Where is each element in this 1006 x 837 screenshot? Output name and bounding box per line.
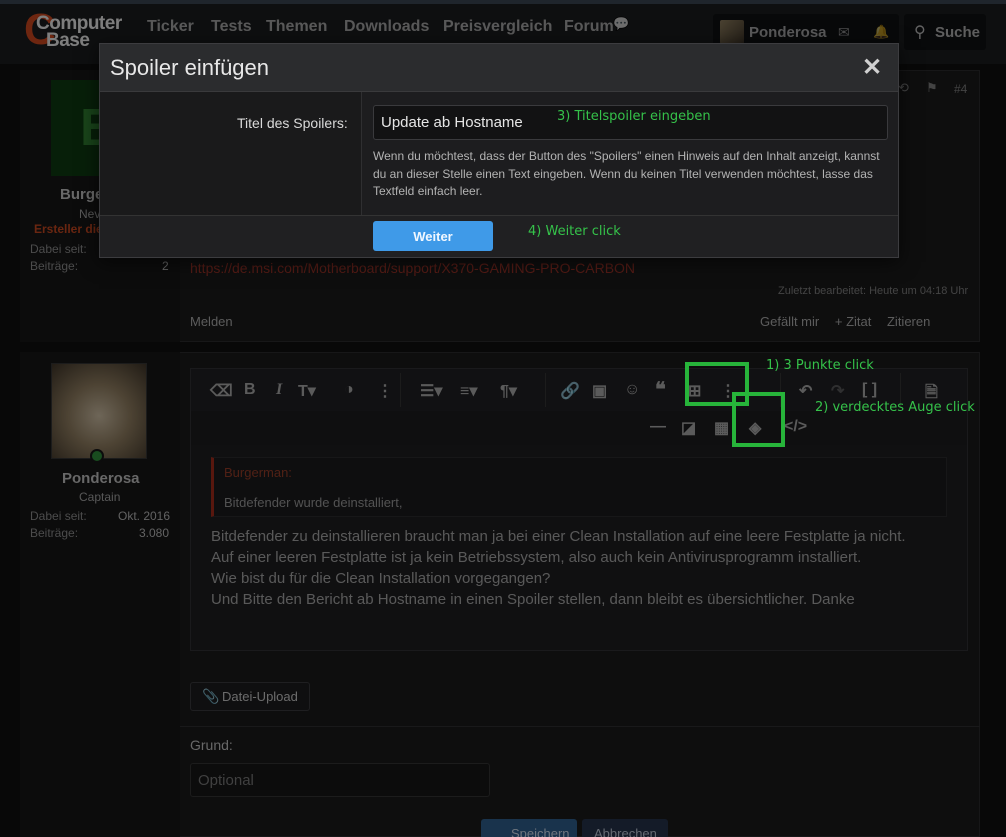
close-icon[interactable]: ✕ xyxy=(862,53,882,82)
dialog-footer xyxy=(100,215,898,257)
spoiler-title-hint: Wenn du möchtest, dass der Button des "S… xyxy=(373,149,880,198)
annotation-step4: 4) Weiter click xyxy=(528,224,621,239)
dialog-title: Spoiler einfügen xyxy=(110,55,270,80)
spoiler-title-label: Titel des Spoilers: xyxy=(237,115,348,131)
dialog-label-column xyxy=(100,92,362,215)
annotation-step1: 1) 3 Punkte click xyxy=(766,358,874,373)
annotation-box-spoiler xyxy=(732,392,785,447)
annotation-step2: 2) verdecktes Auge click xyxy=(815,400,975,415)
continue-label: Weiter xyxy=(413,229,453,244)
annotation-step3: 3) Titelspoiler eingeben xyxy=(557,109,711,124)
